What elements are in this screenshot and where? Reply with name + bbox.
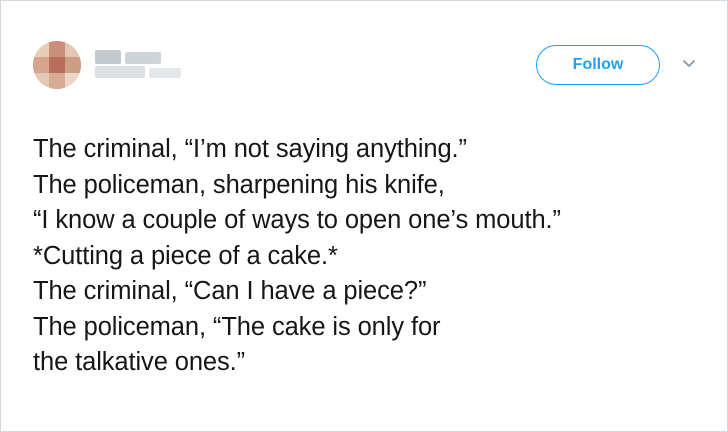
- tweet-card: Follow The criminal, “I’m not saying any…: [0, 0, 728, 432]
- tweet-line-2: The policeman, sharpening his knife,: [33, 170, 445, 199]
- chevron-down-icon[interactable]: [682, 59, 696, 69]
- follow-button-label: Follow: [572, 56, 624, 73]
- tweet-line-6: The policeman, “The cake is only for: [33, 312, 441, 341]
- avatar[interactable]: [33, 41, 81, 89]
- tweet-line-7: the talkative ones.”: [33, 348, 246, 376]
- tweet-line-4: *Cutting a piece of a cake.*: [33, 241, 338, 270]
- tweet-line-1: The criminal, “I’m not saying anything.”: [33, 135, 467, 163]
- follow-button[interactable]: Follow: [536, 45, 660, 85]
- blurred-user-name[interactable]: [95, 46, 195, 84]
- tweet-text: The criminal, “I’m not saying anything.”…: [33, 132, 723, 381]
- tweet-line-5: The criminal, “Can I have a piece?”: [33, 277, 427, 305]
- tweet-line-3: “I know a couple of ways to open one’s m…: [33, 206, 561, 234]
